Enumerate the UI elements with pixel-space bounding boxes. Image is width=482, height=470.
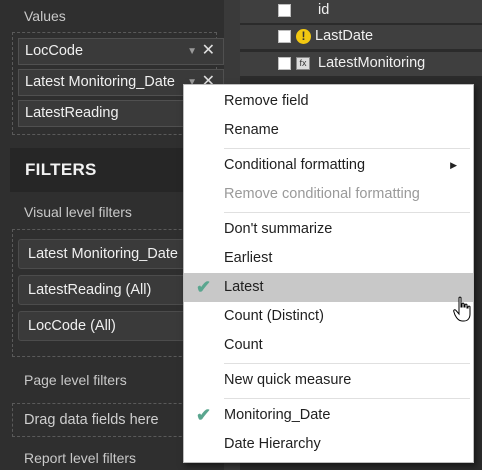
menu-item-label: Count [224,337,263,353]
menu-item-label: Conditional formatting [224,157,366,173]
values-label: Values [24,8,66,24]
close-icon[interactable]: ✕ [202,39,215,63]
filter-card-label: LatestReading (All) [28,282,152,298]
menu-item-count-distinct[interactable]: Count (Distinct) [184,302,473,331]
menu-item-label: Count (Distinct) [224,308,324,324]
menu-item-conditional-formatting[interactable]: Conditional formatting ▶ [184,151,473,180]
menu-item-label: Latest [224,279,264,295]
field-label: LastDate [315,28,374,44]
field-checkbox[interactable] [278,30,291,43]
well-label: LocCode [25,43,84,59]
menu-item-rename[interactable]: Rename [184,116,473,145]
menu-item-label: Don't summarize [224,221,333,237]
menu-item-label: New quick measure [224,372,352,388]
page-level-filters-label: Page level filters [24,372,127,388]
field-context-menu: Remove field Rename Conditional formatti… [183,84,474,463]
submenu-arrow-icon: ▶ [450,160,457,170]
menu-item-earliest[interactable]: Earliest [184,244,473,273]
visual-level-filters-label: Visual level filters [24,204,132,220]
menu-item-remove-field[interactable]: Remove field [184,87,473,116]
warning-icon: ! [296,29,311,44]
field-row-id[interactable]: id [240,0,482,24]
menu-separator [224,212,470,213]
filter-card-label: Latest Monitoring_Date [28,246,178,262]
measure-icon: fx [296,57,310,70]
report-level-filters-label: Report level filters [24,450,137,466]
menu-separator [224,363,470,364]
menu-item-date-hierarchy[interactable]: Date Hierarchy [184,430,473,459]
menu-item-label: Date Hierarchy [224,436,321,452]
well-label: LatestReading [25,105,119,121]
menu-item-new-quick-measure[interactable]: New quick measure [184,366,473,395]
menu-item-label: Earliest [224,250,273,266]
menu-item-label: Remove conditional formatting [224,186,420,202]
menu-item-label: Monitoring_Date [224,407,331,423]
hand-cursor-icon [453,296,471,322]
check-icon: ✔ [196,277,212,297]
well-label: Latest Monitoring_Date [25,74,175,90]
chevron-down-icon[interactable]: ▼ [187,39,197,64]
field-label: id [318,2,330,18]
menu-item-remove-conditional-formatting: Remove conditional formatting [184,180,473,209]
field-row-latestmonitoring[interactable]: fx LatestMonitoring [240,52,482,77]
menu-item-latest[interactable]: ✔ Latest [184,273,473,302]
value-well-loccode[interactable]: LocCode ▼ ✕ [18,38,224,65]
menu-separator [224,148,470,149]
menu-separator [224,398,470,399]
menu-item-dont-summarize[interactable]: Don't summarize [184,215,473,244]
menu-item-count[interactable]: Count [184,331,473,360]
filter-card-label: LocCode (All) [28,318,116,334]
field-checkbox[interactable] [278,4,291,17]
menu-item-monitoring-date[interactable]: ✔ Monitoring_Date [184,401,473,430]
menu-item-label: Remove field [224,93,309,109]
field-label: LatestMonitoring [318,55,426,71]
menu-item-label: Rename [224,122,279,138]
check-icon: ✔ [196,405,212,425]
field-checkbox[interactable] [278,57,291,70]
field-row-lastdate[interactable]: ! LastDate [240,25,482,50]
